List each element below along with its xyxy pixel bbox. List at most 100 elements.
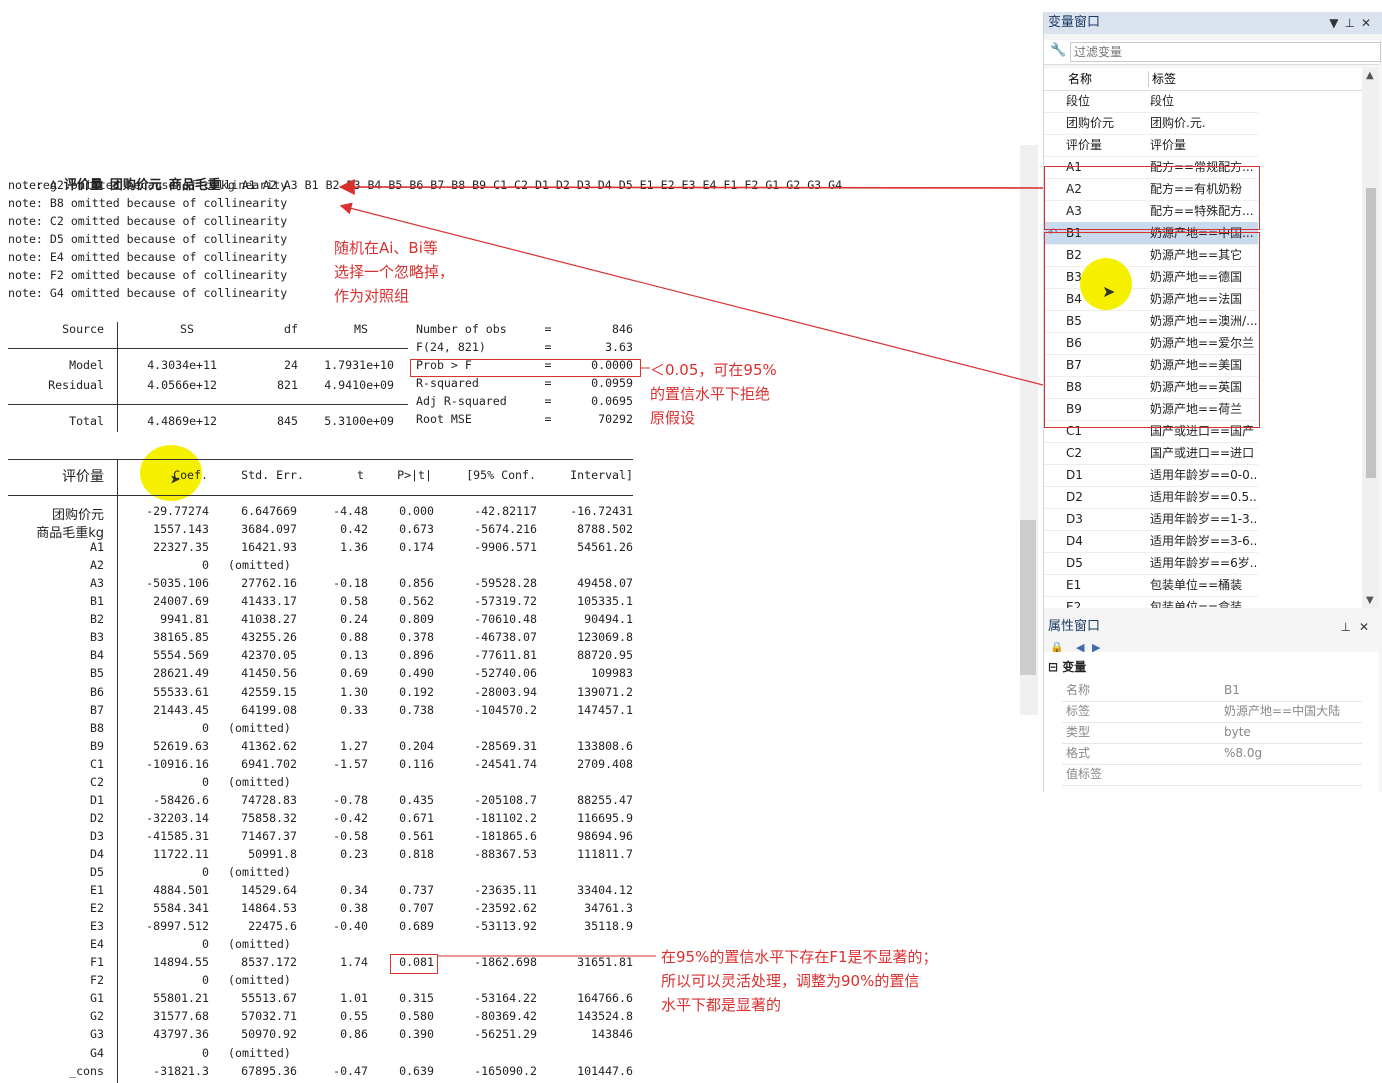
coef-cell-p: 0.671 xyxy=(399,810,434,825)
dock-icon: ⊥ xyxy=(1340,620,1359,634)
property-row[interactable]: 类型 byte xyxy=(1062,722,1362,744)
coef-cell-c: 24007.69 xyxy=(153,594,209,609)
variable-row[interactable]: E2 包装单位==盒装 xyxy=(1044,596,1258,608)
coef-omitted: (omitted) xyxy=(228,865,291,879)
coef-omitted: (omitted) xyxy=(228,937,291,952)
pin-icon: ▼ xyxy=(1329,16,1345,30)
pointer-icon-var: ➤ xyxy=(1102,282,1116,301)
coef-row-name: C2 xyxy=(90,774,104,789)
coef-cell-lo: -1862.698 xyxy=(474,955,537,970)
coef-cell-lo: -24541.74 xyxy=(474,756,537,771)
coef-header: Coef. xyxy=(173,468,208,482)
variable-name: D1 xyxy=(1066,468,1083,482)
coef-cell-se: 42559.15 xyxy=(241,684,297,699)
coef-cell-se: 22475.6 xyxy=(248,919,297,934)
coef-row-name: B2 xyxy=(90,612,104,627)
filter-input[interactable] xyxy=(1070,42,1381,62)
coef-cell-p: 0.435 xyxy=(399,792,434,807)
variable-row[interactable]: C2 国产或进口==进口 xyxy=(1044,442,1258,465)
variable-name: D3 xyxy=(1066,512,1083,526)
variable-list-scroll-thumb xyxy=(1366,188,1376,478)
coef-cell-t: 1.27 xyxy=(340,738,368,753)
stat-label: Adj R-squared xyxy=(416,394,507,408)
coef-cell-lo: -56251.29 xyxy=(474,1027,537,1042)
anova-df: 24 xyxy=(284,358,298,372)
variable-row[interactable]: 团购价元 团购价.元. xyxy=(1044,112,1258,135)
annotation-prob-f: ＜0.05，可在95% 的置信水平下拒绝 原假设 xyxy=(650,361,777,427)
coef-row-name: B9 xyxy=(90,738,104,753)
coef-cell-c: 31577.68 xyxy=(153,1009,209,1024)
coef-cell-p: 0.707 xyxy=(399,901,434,916)
variable-label: 适用年龄岁==6岁... xyxy=(1150,556,1258,570)
coef-cell-c: -31821.3 xyxy=(153,1063,209,1078)
stat-value: 0.0000 xyxy=(591,358,633,372)
b-group-box xyxy=(1044,232,1260,428)
coef-cell-se: 43255.26 xyxy=(241,630,297,645)
coef-cell-lo: -165090.2 xyxy=(474,1063,537,1078)
col-name-header[interactable]: 名称 xyxy=(1068,68,1092,90)
property-row[interactable]: 名称 B1 xyxy=(1062,680,1362,702)
coef-row-name: E3 xyxy=(90,919,104,934)
anova-source: Total xyxy=(69,414,104,428)
coef-omitted: (omitted) xyxy=(228,558,291,573)
variable-row[interactable]: D5 适用年龄岁==6岁... xyxy=(1044,552,1258,575)
property-key: 格式 xyxy=(1066,746,1091,760)
coef-cell-p: 0.809 xyxy=(399,612,434,627)
coef-cell-c: -10916.16 xyxy=(146,756,209,771)
prop-window-tools[interactable]: ⊥✕ xyxy=(1340,616,1377,638)
property-value: 奶源产地==中国大陆 xyxy=(1224,704,1341,718)
variable-row[interactable]: D2 适用年龄岁==0.5... xyxy=(1044,486,1258,509)
coef-cell-lo: -5674.216 xyxy=(474,522,537,537)
coef-cell-c: 22327.35 xyxy=(153,540,209,555)
coef-cell-p: 0.689 xyxy=(399,919,434,934)
property-row[interactable]: 标签 奶源产地==中国大陆 xyxy=(1062,701,1362,723)
coef-row-name: B3 xyxy=(90,630,104,645)
stat-value: 0.0695 xyxy=(591,394,633,408)
coef-cell-se: 55513.67 xyxy=(241,991,297,1006)
prop-section[interactable]: ⊟ 变量 xyxy=(1048,658,1086,675)
coef-cell-p: 0.081 xyxy=(399,955,434,970)
variable-list-scrollbar[interactable]: ▲ ▼ xyxy=(1362,68,1379,608)
coef-cell-hi: 109983 xyxy=(591,666,633,681)
filter-bar: 🔧 xyxy=(1044,40,1381,65)
col-label-header[interactable]: 标签 xyxy=(1152,68,1176,90)
coef-cell-t: 1.01 xyxy=(340,991,368,1006)
variable-row[interactable]: D4 适用年龄岁==3-6... xyxy=(1044,530,1258,553)
coef-cell-hi: 105335.1 xyxy=(577,594,633,609)
coef-cell-p: 0.639 xyxy=(399,1063,434,1078)
coef-omitted: (omitted) xyxy=(228,973,291,988)
coef-cell-se: 64199.08 xyxy=(241,702,297,717)
variable-row[interactable]: 评价量 评价量 xyxy=(1044,134,1258,157)
coef-cell-c: -29.77274 xyxy=(146,504,209,518)
coef-cell-se: 41362.62 xyxy=(241,738,297,753)
coef-cell-lo: -53164.22 xyxy=(474,991,537,1006)
coef-row-name: E4 xyxy=(90,937,104,952)
close-icon: ✕ xyxy=(1360,16,1377,30)
coef-row-name: D4 xyxy=(90,846,104,861)
variable-row[interactable]: E1 包装单位==桶装 xyxy=(1044,574,1258,597)
variable-row[interactable]: 段位 段位 xyxy=(1044,90,1258,113)
coef-omitted: (omitted) xyxy=(228,774,291,789)
coef-cell-lo: -59528.28 xyxy=(474,576,537,591)
coef-cell-c: -5035.106 xyxy=(146,576,209,591)
variable-row[interactable]: D3 适用年龄岁==1-3... xyxy=(1044,508,1258,531)
coef-cell-c: 11722.11 xyxy=(153,846,209,861)
property-row[interactable]: 格式 %8.0g xyxy=(1062,743,1362,765)
coef-cell-c: 52619.63 xyxy=(153,738,209,753)
coef-cell-se: 6941.702 xyxy=(241,756,297,771)
variable-row[interactable]: D1 适用年龄岁==0-0... xyxy=(1044,464,1258,487)
coef-cell-p: 0.737 xyxy=(399,883,434,898)
coef-cell-c: -41585.31 xyxy=(146,828,209,843)
anova-rule xyxy=(8,348,408,349)
property-row[interactable]: 值标签 xyxy=(1062,764,1362,786)
coef-cell-t: 1.30 xyxy=(340,684,368,699)
coef-header: Std. Err. xyxy=(241,468,304,482)
coef-cell-se: 41433.17 xyxy=(241,594,297,609)
anova-ss: 4.0566e+12 xyxy=(147,378,217,392)
stat-eq: = xyxy=(544,394,552,408)
var-window-tools[interactable]: ▼⊥✕ xyxy=(1329,12,1377,34)
variable-name: 评价量 xyxy=(1066,138,1103,152)
variable-name: 团购价元 xyxy=(1066,116,1115,130)
coef-cell-hi: 147457.1 xyxy=(577,702,633,717)
coef-row-name: C1 xyxy=(90,756,104,771)
